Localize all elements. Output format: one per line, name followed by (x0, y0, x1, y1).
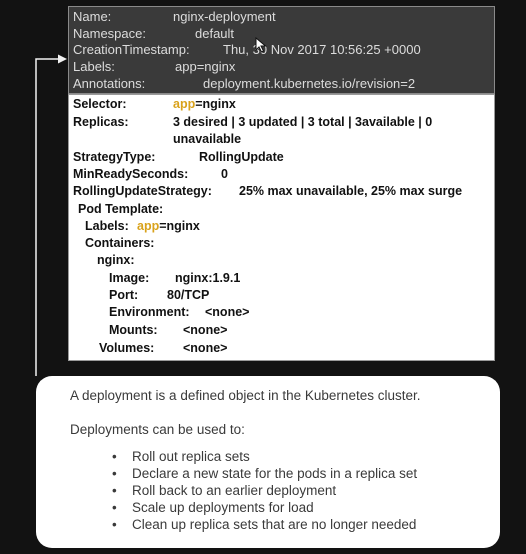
selector-rest: =nginx (195, 97, 236, 111)
list-item: • Roll back to an earlier deployment (112, 482, 417, 499)
replicas-value-line1: 3 desired | 3 updated | 3 total | 3avail… (173, 115, 433, 129)
annotations-value: deployment.kubernetes.io/revision=2 (203, 76, 416, 91)
list-item-text: Roll back to an earlier deployment (132, 483, 337, 498)
labels-value: app=nginx (175, 59, 236, 74)
list-item: • Clean up replica sets that are no longe… (112, 516, 417, 533)
name-key: Name: (73, 9, 112, 24)
metadata-panel: Name: nginx-deployment Namespace: defaul… (68, 6, 495, 94)
deployment-detail-panel: Selector: app=nginx Replicas: 3 desired … (68, 94, 495, 361)
namespace-value: default (195, 26, 235, 41)
creation-value: Thu, 30 Nov 2017 10:56:25 +0000 (223, 42, 421, 57)
rolling-update-key: RollingUpdateStrategy: (73, 184, 212, 198)
environment-key: Environment: (109, 305, 190, 319)
bullet-icon: • (112, 517, 117, 532)
list-item-text: Roll out replica sets (132, 449, 250, 464)
list-item-text: Clean up replica sets that are no longer… (132, 517, 417, 532)
mounts-key: Mounts: (109, 323, 158, 337)
replicas-value-line2: unavailable (173, 132, 242, 146)
pod-labels-highlight: app (137, 219, 160, 233)
bullet-icon: • (112, 449, 117, 464)
list-item-text: Declare a new state for the pods in a re… (132, 466, 418, 481)
pod-labels-value: app=nginx (137, 218, 200, 235)
namespace-key: Namespace: (73, 26, 146, 41)
selector-value: app=nginx (173, 96, 236, 113)
bullet-icon: • (112, 466, 117, 481)
list-item: • Roll out replica sets (112, 448, 417, 465)
strategy-type-key: StrategyType: (73, 150, 156, 164)
selector-key: Selector: (73, 97, 127, 111)
image-value: nginx:1.9.1 (175, 271, 241, 285)
labels-key: Labels: (73, 59, 115, 74)
volumes-key: Volumes: (99, 341, 155, 355)
list-item: • Scale up deployments for load (112, 499, 417, 516)
port-value: 80/TCP (167, 288, 210, 302)
image-key: Image: (109, 271, 150, 285)
port-key: Port: (109, 288, 139, 302)
creation-key: CreationTimestamp: (73, 42, 190, 57)
pod-template-heading: Pod Template: (78, 202, 164, 216)
info-subheading: Deployments can be used to: (70, 422, 245, 437)
strategy-type-value: RollingUpdate (199, 150, 284, 164)
list-item-text: Scale up deployments for load (132, 500, 314, 515)
replicas-key: Replicas: (73, 115, 129, 129)
annotations-key: Annotations: (73, 76, 146, 91)
info-bullet-list: • Roll out replica sets • Declare a new st… (112, 448, 417, 533)
rolling-update-value: 25% max unavailable, 25% max surge (239, 184, 463, 198)
min-ready-key: MinReadySeconds: (73, 167, 189, 181)
mounts-value: <none> (183, 323, 228, 337)
info-card: A deployment is a defined object in the … (36, 376, 500, 548)
environment-value: <none> (205, 305, 250, 319)
container-name: nginx: (97, 253, 135, 267)
list-item: • Declare a new state for the pods in a r… (112, 465, 417, 482)
name-value: nginx-deployment (173, 9, 276, 24)
info-intro: A deployment is a defined object in the … (70, 388, 421, 403)
volumes-value: <none> (183, 341, 228, 355)
mouse-cursor-icon (255, 37, 267, 53)
pod-labels-key: Labels: (85, 219, 129, 233)
pod-labels-rest: =nginx (159, 219, 200, 233)
selector-highlight: app (173, 97, 196, 111)
bullet-icon: • (112, 500, 117, 515)
containers-heading: Containers: (85, 236, 155, 250)
bullet-icon: • (112, 483, 117, 498)
min-ready-value: 0 (221, 167, 228, 181)
